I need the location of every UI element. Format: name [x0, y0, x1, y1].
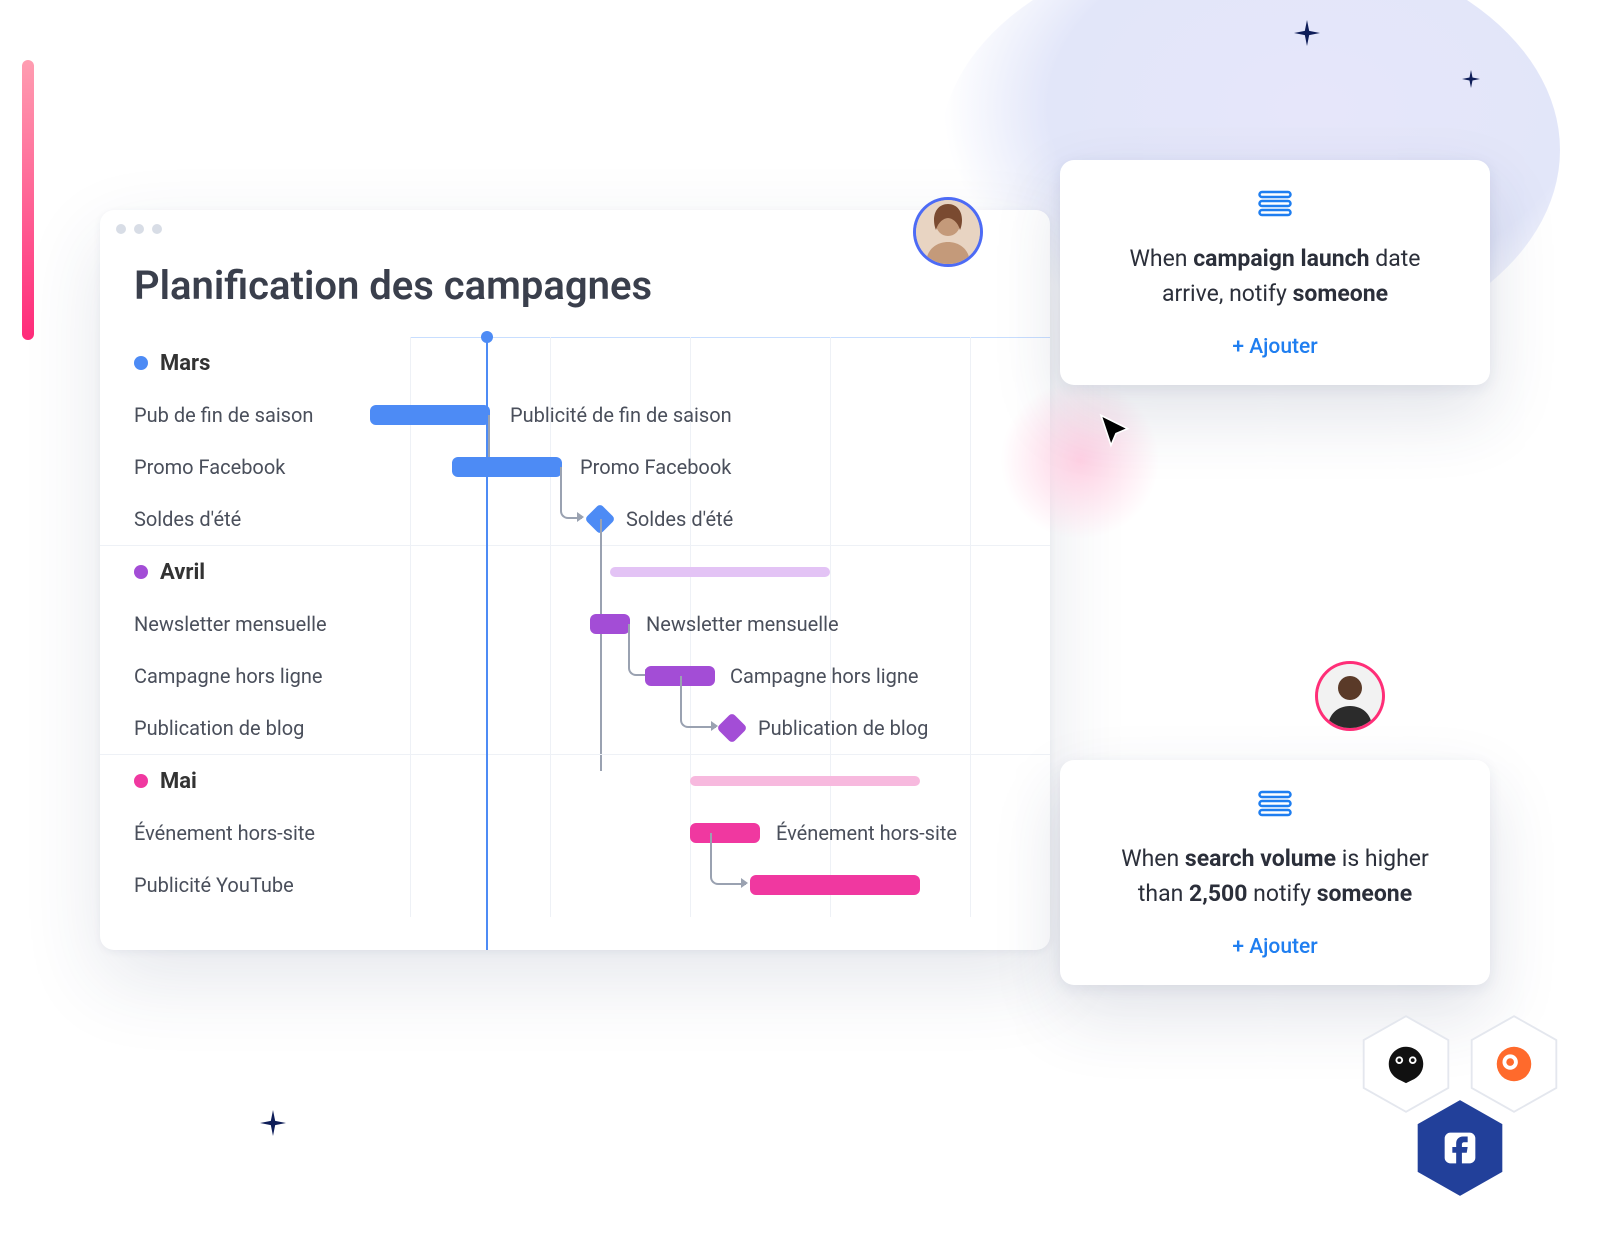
bar-caption: Publicité de fin de saison — [510, 403, 732, 427]
month-label: Mai — [160, 769, 197, 794]
month-dot — [134, 565, 148, 579]
sparkle-icon — [260, 1110, 286, 1136]
integration-facebook-icon[interactable] — [1414, 1096, 1506, 1200]
task-row[interactable]: Publication de blog Publication de blog — [100, 702, 1050, 754]
bar-caption: Newsletter mensuelle — [646, 612, 839, 636]
task-label: Publication de blog — [134, 716, 304, 740]
task-row[interactable]: Publicité YouTube — [100, 859, 1050, 911]
automation-rule-text: When search volume is higher than 2,500 … — [1096, 842, 1454, 911]
bar-caption: Promo Facebook — [580, 455, 731, 479]
list-icon — [1096, 190, 1454, 218]
sparkle-icon — [1462, 70, 1480, 88]
month-dot — [134, 774, 148, 788]
month-label: Mars — [160, 351, 210, 376]
avatar — [1318, 664, 1382, 728]
gantt-section-avril: Avril Newsletter mensuelle Newsletter me… — [100, 546, 1050, 755]
list-icon — [1096, 790, 1454, 818]
automation-card: When campaign launch date arrive, notify… — [1060, 160, 1490, 385]
gantt-window: Planification des campagnes Mars Pub de … — [100, 210, 1050, 950]
gantt-ghost-bar — [610, 567, 830, 577]
task-row[interactable]: Événement hors-site Événement hors-site — [100, 807, 1050, 859]
bar-caption: Événement hors-site — [776, 821, 957, 845]
month-dot — [134, 356, 148, 370]
task-row[interactable]: Promo Facebook Promo Facebook — [100, 441, 1050, 493]
task-label: Publicité YouTube — [134, 873, 294, 897]
bar-caption: Soldes d'été — [626, 507, 733, 531]
gantt-milestone[interactable] — [716, 712, 747, 743]
task-label: Événement hors-site — [134, 821, 315, 845]
gantt-section-mars: Mars Pub de fin de saison Publicité de f… — [100, 337, 1050, 546]
gantt-ghost-bar — [690, 776, 920, 786]
gantt-section-mai: Mai Événement hors-site Événement hors-s… — [100, 755, 1050, 911]
pink-glow — [1000, 380, 1160, 540]
today-marker — [486, 337, 488, 950]
gantt-bar[interactable] — [452, 457, 562, 477]
task-label: Newsletter mensuelle — [134, 612, 327, 636]
month-label: Avril — [160, 560, 205, 585]
task-label: Soldes d'été — [134, 507, 241, 531]
add-action-button[interactable]: + Ajouter — [1096, 335, 1454, 359]
task-label: Promo Facebook — [134, 455, 285, 479]
automation-card: When search volume is higher than 2,500 … — [1060, 760, 1490, 985]
add-action-button[interactable]: + Ajouter — [1096, 935, 1454, 959]
automation-rule-text: When campaign launch date arrive, notify… — [1096, 242, 1454, 311]
bar-caption: Campagne hors ligne — [730, 664, 918, 688]
gantt-bar[interactable] — [750, 875, 920, 895]
sparkle-icon — [1294, 20, 1320, 46]
avatar — [916, 200, 980, 264]
accent-bar — [22, 60, 34, 340]
window-traffic-lights — [100, 210, 1050, 244]
task-row[interactable]: Soldes d'été Soldes d'été — [100, 493, 1050, 545]
bar-caption: Publication de blog — [758, 716, 928, 740]
task-row[interactable]: Campagne hors ligne Campagne hors ligne — [100, 650, 1050, 702]
gantt-bar[interactable] — [370, 405, 490, 425]
task-label: Campagne hors ligne — [134, 664, 322, 688]
task-label: Pub de fin de saison — [134, 403, 313, 427]
page-title: Planification des campagnes — [100, 244, 1050, 337]
task-row[interactable]: Pub de fin de saison Publicité de fin de… — [100, 389, 1050, 441]
gantt-bar[interactable] — [590, 614, 630, 634]
cursor-icon — [1096, 412, 1136, 452]
task-row[interactable]: Newsletter mensuelle Newsletter mensuell… — [100, 598, 1050, 650]
